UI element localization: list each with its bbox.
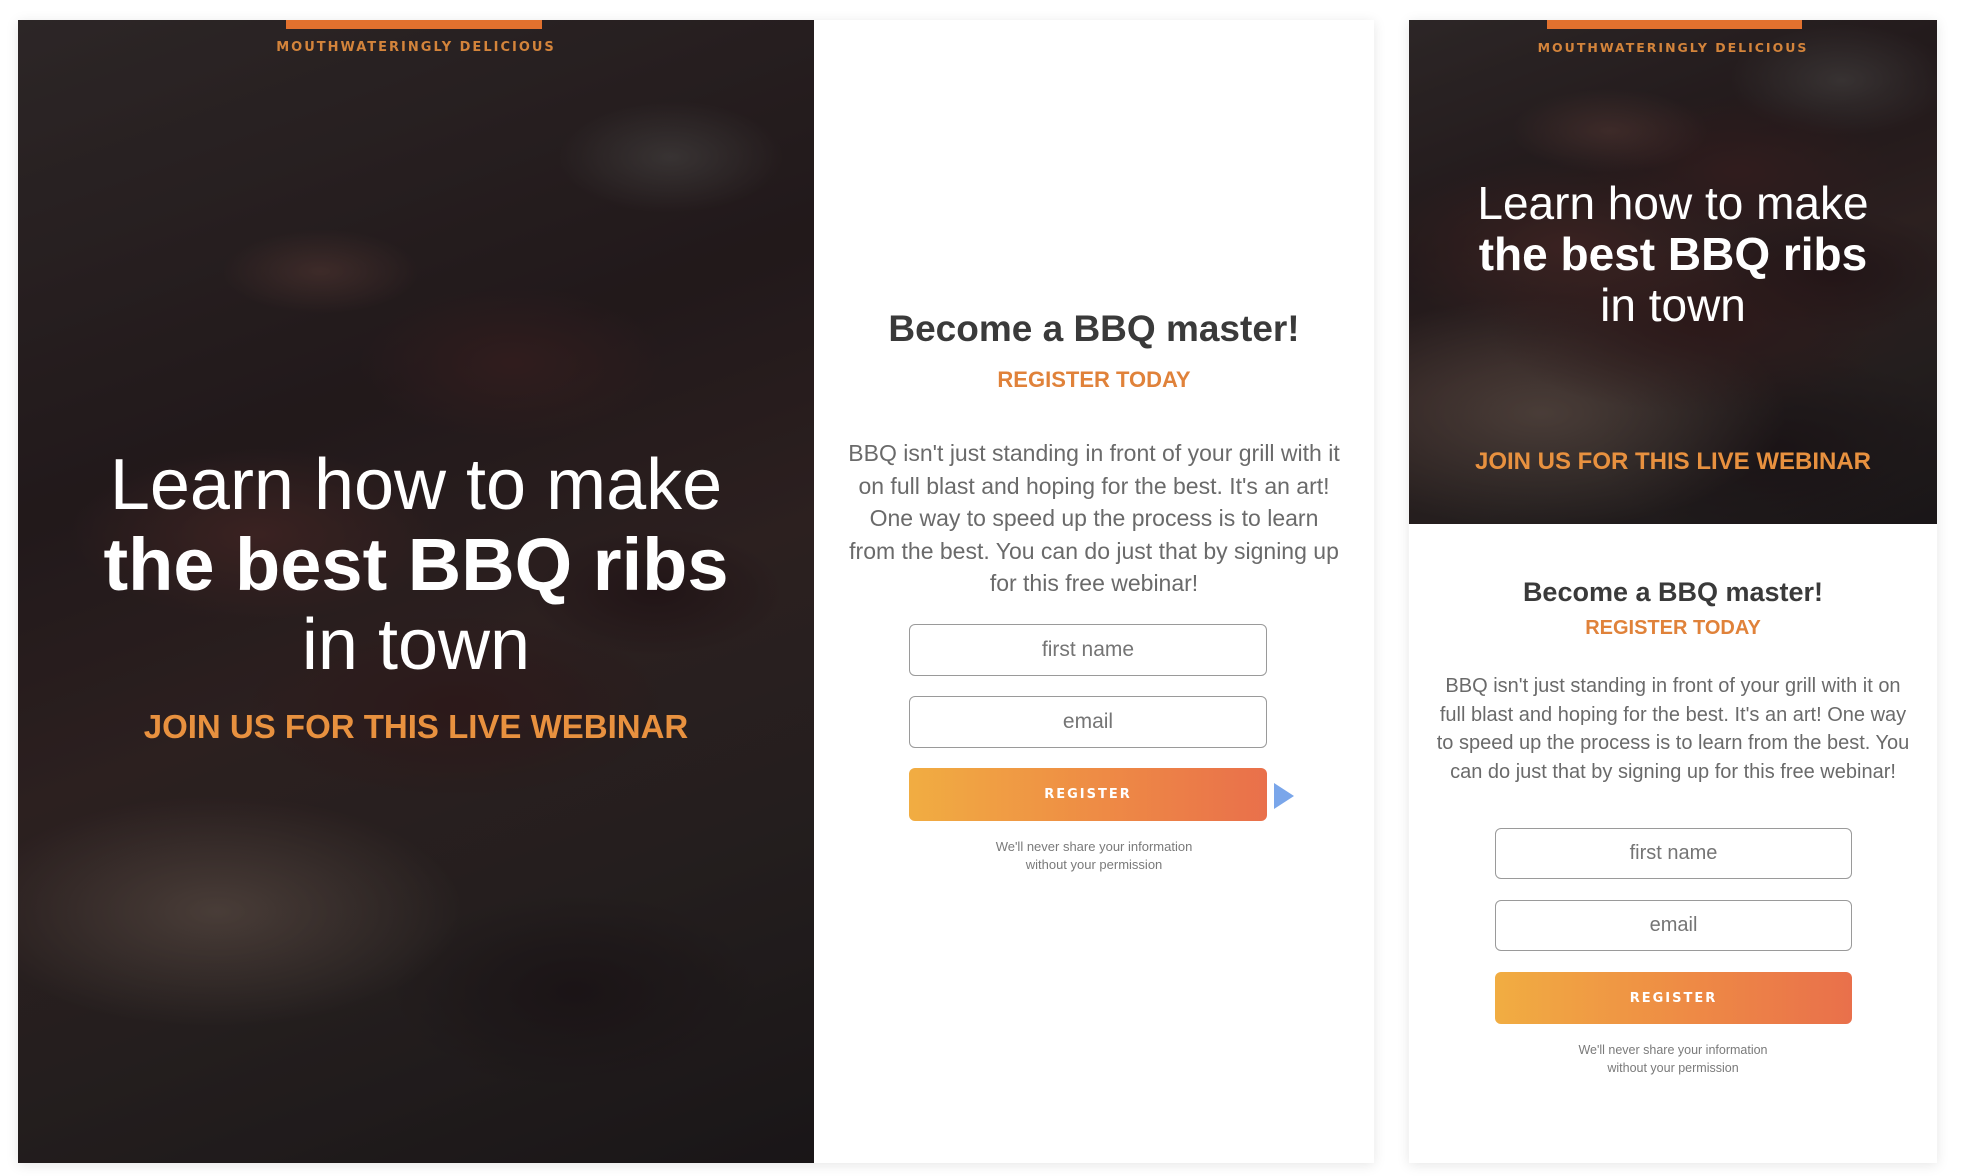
register-button[interactable]: REGISTER [1495,972,1852,1024]
pointer-arrow-icon [1274,783,1294,809]
hero-title: Learn how to make the best BBQ ribs in t… [18,445,814,685]
hero-title: Learn how to make the best BBQ ribs in t… [1409,178,1937,331]
hero-title-line3: in town [301,605,531,685]
mobile-hero: MOUTHWATERINGLY DELICIOUS Learn how to m… [1409,20,1937,524]
privacy-note-line2: without your permission [1607,1060,1739,1075]
hero-title-line3: in town [1600,279,1746,331]
form-description: BBQ isn't just standing in front of your… [848,440,1340,596]
privacy-note: We'll never share your information witho… [814,838,1374,874]
first-name-input[interactable] [909,624,1267,676]
accent-bar [286,20,542,29]
register-button[interactable]: REGISTER [909,768,1267,821]
privacy-note-line2: without your permission [1025,857,1163,873]
privacy-note: We'll never share your information witho… [1409,1042,1937,1077]
form-subheading: REGISTER TODAY [997,367,1191,392]
accent-bar [1547,20,1802,29]
hero-subtitle: JOIN US FOR THIS LIVE WEBINAR [1474,448,1872,475]
eyebrow-label: MOUTHWATERINGLY DELICIOUS [276,40,556,55]
hero-title-line2: the best BBQ ribs [1478,228,1868,280]
desktop-mockup: MOUTHWATERINGLY DELICIOUS Learn how to m… [18,20,1374,1163]
eyebrow-label: MOUTHWATERINGLY DELICIOUS [1537,40,1809,55]
hero-subtitle: JOIN US FOR THIS LIVE WEBINAR [143,708,689,745]
form-description: BBQ isn't just standing in front of your… [1436,675,1910,783]
privacy-note-line1: We'll never share your information [1578,1043,1768,1057]
desktop-hero: MOUTHWATERINGLY DELICIOUS Learn how to m… [18,20,814,1163]
mobile-mockup: MOUTHWATERINGLY DELICIOUS Learn how to m… [1409,20,1937,1163]
first-name-input[interactable] [1495,828,1852,879]
landing-page-mockups: MOUTHWATERINGLY DELICIOUS Learn how to m… [0,0,1970,1176]
email-input[interactable] [1495,900,1852,951]
hero-title-line1: Learn how to make [1477,177,1869,229]
form-subheading: REGISTER TODAY [1585,617,1761,639]
hero-title-line2: the best BBQ ribs [103,523,729,606]
privacy-note-line1: We'll never share your information [995,839,1193,854]
mobile-form-panel: Become a BBQ master! REGISTER TODAY BBQ … [1409,524,1937,1163]
form-heading: Become a BBQ master! [888,308,1300,349]
hero-title-line1: Learn how to make [109,445,723,525]
desktop-form-panel: Become a BBQ master! REGISTER TODAY BBQ … [814,20,1374,1163]
form-heading: Become a BBQ master! [1522,577,1824,607]
email-input[interactable] [909,696,1267,748]
